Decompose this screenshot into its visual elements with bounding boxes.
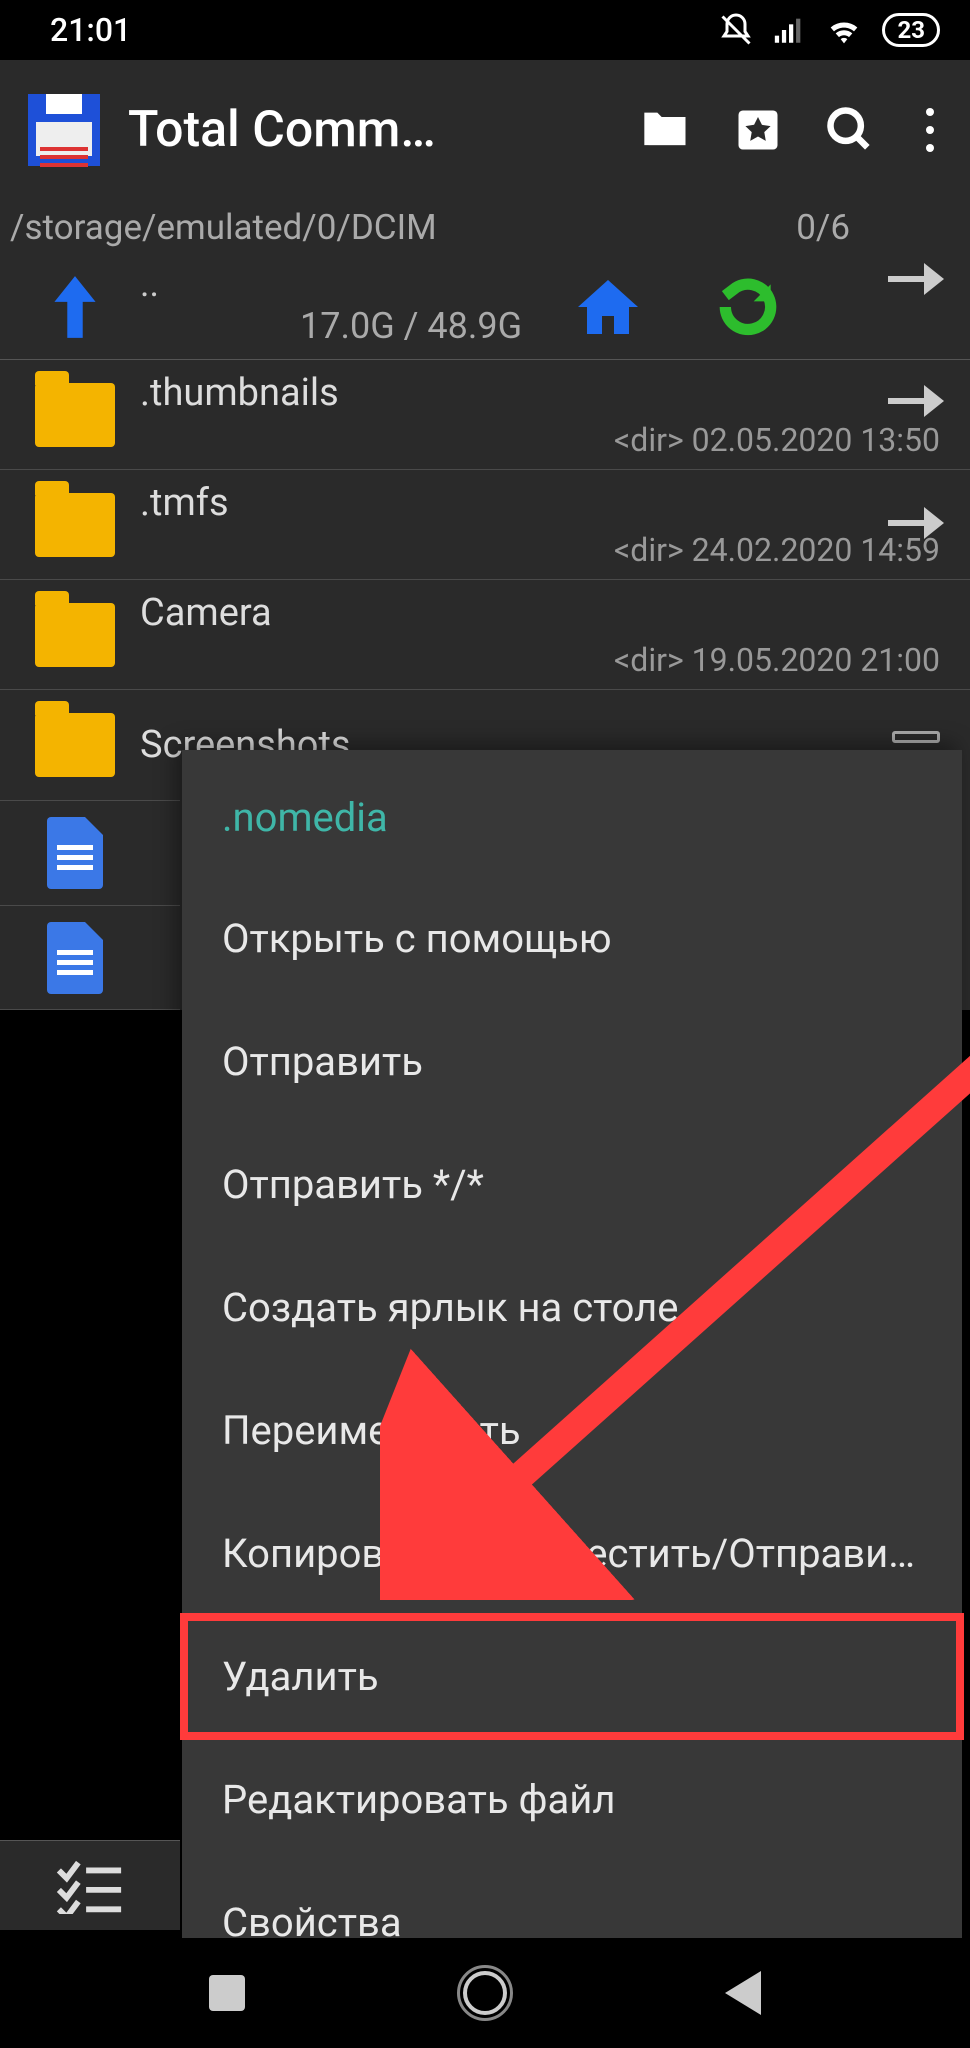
dnd-icon: [718, 12, 754, 48]
status-bar: 21:01 23: [0, 0, 970, 60]
menu-item-open-with[interactable]: Открыть с помощью: [182, 877, 962, 1000]
file-name: Camera: [140, 591, 940, 635]
menu-item-send[interactable]: Отправить: [182, 1000, 962, 1123]
folder-button[interactable]: [634, 98, 698, 162]
menu-item-copy-move[interactable]: Копировать/Переместить/Отправит..: [182, 1492, 962, 1615]
storage-info: 17.0G / 48.9G: [300, 305, 522, 359]
status-time: 21:01: [50, 11, 131, 49]
status-icons: 23: [718, 10, 940, 50]
context-menu-header: .nomedia: [182, 780, 962, 877]
path-bar[interactable]: /storage/emulated/0/DCIM 0/6: [0, 200, 970, 255]
signal-icon: [772, 13, 806, 47]
file-name: .thumbnails: [140, 371, 940, 415]
document-icon: [47, 922, 103, 994]
path-counter: 0/6: [796, 207, 850, 248]
panel-swap-button[interactable]: [884, 255, 948, 307]
document-icon: [47, 817, 103, 889]
system-navbar: [0, 1938, 970, 2048]
menu-item-rename[interactable]: Переименовать: [182, 1369, 962, 1492]
nav-recent-button[interactable]: [209, 1975, 245, 2011]
search-button[interactable]: [818, 98, 882, 162]
select-toggle-button[interactable]: [0, 1840, 180, 1930]
folder-icon: [35, 493, 115, 557]
list-item[interactable]: [0, 800, 180, 905]
context-menu: .nomedia Открыть с помощью Отправить Отп…: [182, 750, 962, 2004]
menu-item-edit[interactable]: Редактировать файл: [182, 1738, 962, 1861]
overflow-menu-button[interactable]: [910, 108, 950, 152]
parent-dir-label: ..: [140, 255, 300, 305]
parent-dir-button[interactable]: [10, 271, 140, 343]
app-toolbar: Total Comm…: [0, 60, 970, 200]
app-title: Total Comm…: [128, 101, 606, 159]
menu-item-send-all[interactable]: Отправить */*: [182, 1123, 962, 1246]
bookmarks-button[interactable]: [726, 98, 790, 162]
list-item[interactable]: .tmfs <dir> 24.02.2020 14:59: [0, 470, 970, 580]
list-item[interactable]: Camera <dir> 19.05.2020 21:00: [0, 580, 970, 690]
nav-home-button[interactable]: [463, 1971, 507, 2015]
home-button[interactable]: [572, 271, 644, 343]
reload-button[interactable]: [714, 273, 782, 341]
folder-icon: [35, 713, 115, 777]
list-item[interactable]: .thumbnails <dir> 02.05.2020 13:50: [0, 360, 970, 470]
menu-item-delete[interactable]: Удалить: [182, 1615, 962, 1738]
wifi-icon: [824, 10, 864, 50]
menu-item-shortcut[interactable]: Создать ярлык на столе: [182, 1246, 962, 1369]
app-icon: [28, 94, 100, 166]
list-item[interactable]: [0, 905, 180, 1010]
path-text: /storage/emulated/0/DCIM: [10, 207, 437, 248]
panel-swap-button[interactable]: [884, 499, 948, 551]
folder-icon: [35, 383, 115, 447]
file-name: .tmfs: [140, 481, 940, 525]
side-controls: [884, 255, 948, 835]
nav-row: .. 17.0G / 48.9G: [0, 255, 970, 360]
battery-indicator: 23: [882, 13, 940, 47]
panel-swap-button[interactable]: [884, 377, 948, 429]
nav-back-button[interactable]: [725, 1971, 761, 2015]
folder-icon: [35, 603, 115, 667]
